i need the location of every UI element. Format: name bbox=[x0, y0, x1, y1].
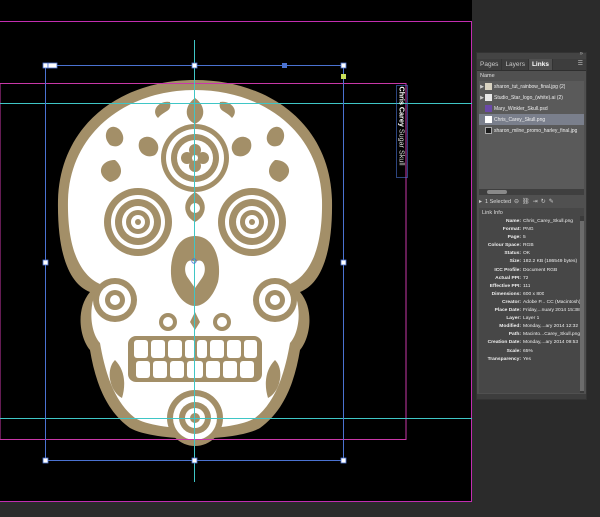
link-info-label: Colour Space: bbox=[487, 243, 521, 249]
link-info-row: Effective PPI: 111 bbox=[479, 283, 584, 291]
link-info-title[interactable]: Link Info bbox=[479, 208, 584, 218]
tab-pages[interactable]: Pages bbox=[477, 59, 503, 70]
link-info-label: Modified: bbox=[499, 324, 521, 330]
link-info-row: Modified: Monday,...ary 2014 12:32 bbox=[479, 323, 584, 331]
link-info-label: Scale: bbox=[506, 348, 521, 354]
link-info-label: Size: bbox=[509, 259, 521, 265]
horizontal-scrollbar[interactable] bbox=[479, 189, 584, 195]
links-panel[interactable]: » Pages Layers Links ☰ Name ▶ sharon_tut… bbox=[476, 50, 587, 400]
relink-from-cc-icon[interactable]: ⊖ bbox=[514, 198, 519, 205]
link-info-value: 182.2 KB (186549 bytes) bbox=[523, 259, 578, 265]
link-info-label: Page: bbox=[507, 235, 521, 241]
link-info-row: Format: PNG bbox=[479, 226, 584, 234]
link-info-label: Creation Date: bbox=[487, 340, 521, 346]
link-info-row: Place Date: Friday,...nuary 2014 15:38 bbox=[479, 307, 584, 315]
link-info-label: Effective PPI: bbox=[489, 283, 521, 289]
link-info-label: Transparency: bbox=[487, 356, 521, 362]
link-info-value: Adobe P... CC (Macintosh) bbox=[523, 299, 581, 305]
link-info-value: Friday,...nuary 2014 15:38 bbox=[523, 308, 580, 314]
disclosure-triangle-icon[interactable]: ▸ bbox=[479, 198, 482, 205]
link-info-rows: Name: Chris_Carey_Skull.png Format: PNG Page… bbox=[479, 218, 584, 364]
link-row-selected[interactable]: Chris_Carey_Skull.png bbox=[479, 114, 584, 125]
relink-icon[interactable]: ⛓ bbox=[522, 198, 530, 205]
link-info-value: Layer 1 bbox=[523, 316, 540, 322]
link-row[interactable]: ▶ Studio_Star_logo_(white).ai (2) bbox=[479, 92, 584, 103]
link-name: Chris_Carey_Skull.png bbox=[494, 116, 546, 123]
edit-original-icon[interactable]: ✎ bbox=[549, 198, 554, 205]
link-thumbnail bbox=[485, 116, 492, 123]
link-info-row: Name: Chris_Carey_Skull.png bbox=[479, 218, 584, 226]
link-name: Mary_Winkler_Skull.psd bbox=[494, 105, 548, 112]
collapse-icon[interactable]: » bbox=[580, 50, 583, 58]
link-name: Studio_Star_logo_(white).ai (2) bbox=[494, 94, 563, 101]
caption-bold: Chris Carey bbox=[397, 86, 407, 127]
link-name: sharon_milne_promo_harley_final.jpg bbox=[494, 127, 578, 134]
link-info-value: RGB bbox=[523, 243, 534, 249]
link-info-row: Path: Macinto...Carey_Skull.png bbox=[479, 331, 584, 339]
link-info-value: PNG bbox=[523, 227, 534, 233]
link-info-section: Link Info Name: Chris_Carey_Skull.png Form… bbox=[479, 208, 584, 393]
panel-resize-gripper[interactable] bbox=[477, 394, 586, 399]
link-info-value: Yes bbox=[523, 356, 531, 362]
link-info-row: Creator: Adobe P... CC (Macintosh) bbox=[479, 299, 584, 307]
panel-menu-icon[interactable]: ☰ bbox=[578, 59, 583, 70]
link-info-row: ICC Profile: Document RGB bbox=[479, 267, 584, 275]
link-info-row: Layer: Layer 1 bbox=[479, 315, 584, 323]
link-info-label: Format: bbox=[502, 227, 521, 233]
link-info-row: Colour Space: RGB bbox=[479, 242, 584, 250]
link-info-value: Monday,...ary 2014 12:32 bbox=[523, 324, 579, 330]
link-info-value: Document RGB bbox=[523, 267, 558, 273]
link-info-row: Transparency: Yes bbox=[479, 356, 584, 364]
link-info-value: 5 bbox=[523, 235, 526, 241]
link-row[interactable]: sharon_milne_promo_harley_final.jpg bbox=[479, 125, 584, 136]
link-info-row: Creation Date: Monday,...ary 2014 09:53 bbox=[479, 339, 584, 347]
link-info-label: Name: bbox=[506, 219, 521, 224]
link-info-label: Creator: bbox=[501, 299, 521, 305]
link-info-value: 111 bbox=[523, 283, 531, 289]
link-info-label: Layer: bbox=[506, 316, 521, 322]
selected-count: 1 Selected bbox=[485, 198, 512, 205]
link-row[interactable]: Mary_Winkler_Skull.psd bbox=[479, 103, 584, 114]
link-info-value: 600 x 800 bbox=[523, 291, 545, 297]
scroll-thumb[interactable] bbox=[487, 190, 507, 194]
link-info-value: 72 bbox=[523, 275, 529, 281]
link-thumbnail bbox=[485, 83, 492, 90]
link-row[interactable]: ▶ sharon_tut_rainbow_final.jpg (2) bbox=[479, 81, 584, 92]
link-info-row: Dimensions: 600 x 800 bbox=[479, 291, 584, 299]
link-thumbnail bbox=[485, 105, 492, 112]
link-info-row: Size: 182.2 KB (186549 bytes) bbox=[479, 258, 584, 266]
link-info-label: Path: bbox=[508, 332, 521, 338]
link-info-row: Scale: 65% bbox=[479, 348, 584, 356]
link-info-label: ICC Profile: bbox=[494, 267, 521, 273]
tab-layers[interactable]: Layers bbox=[502, 59, 529, 70]
tab-links[interactable]: Links bbox=[528, 59, 553, 70]
link-info-value: Monday,...ary 2014 09:53 bbox=[523, 340, 579, 346]
link-thumbnail bbox=[485, 127, 492, 134]
panel-tabs: Pages Layers Links ☰ bbox=[477, 59, 586, 71]
link-info-value: Chris_Carey_Skull.png bbox=[523, 219, 574, 224]
skull-caption[interactable]: Chris Carey Sugar Skull bbox=[394, 86, 410, 178]
link-info-row: Actual PPI: 72 bbox=[479, 275, 584, 283]
link-info-value: Macinto...Carey_Skull.png bbox=[523, 332, 581, 338]
links-list[interactable]: ▶ sharon_tut_rainbow_final.jpg (2) ▶ Stu… bbox=[479, 81, 584, 189]
column-header-name[interactable]: Name bbox=[477, 71, 586, 81]
caption-light: Sugar Skull bbox=[397, 126, 407, 166]
vertical-scrollbar[interactable] bbox=[580, 216, 584, 393]
link-info-row: Status: OK bbox=[479, 250, 584, 258]
link-name: sharon_tut_rainbow_final.jpg (2) bbox=[494, 83, 566, 90]
link-info-label: Place Date: bbox=[494, 308, 521, 314]
link-thumbnail bbox=[485, 94, 492, 101]
link-info-label: Actual PPI: bbox=[495, 275, 521, 281]
update-link-icon[interactable]: ↻ bbox=[541, 198, 546, 205]
scroll-thumb[interactable] bbox=[580, 221, 584, 391]
go-to-link-icon[interactable]: ⇥ bbox=[533, 198, 538, 205]
link-info-row: Page: 5 bbox=[479, 234, 584, 242]
link-info-value: OK bbox=[523, 251, 531, 257]
links-status-bar: ▸ 1 Selected ⊖ ⛓ ⇥ ↻ ✎ bbox=[479, 197, 584, 206]
link-info-label: Dimensions: bbox=[491, 291, 521, 297]
link-info-label: Status: bbox=[504, 251, 521, 257]
link-info-value: 65% bbox=[523, 348, 533, 354]
